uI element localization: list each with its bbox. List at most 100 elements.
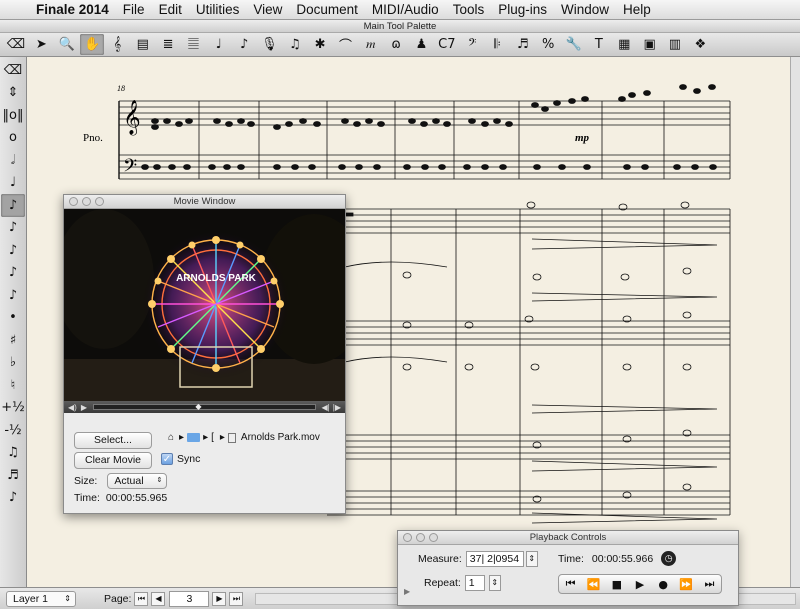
staff-tool-icon[interactable]: 𝄚 [181, 34, 205, 55]
sync-checkbox[interactable]: ✓ [161, 453, 173, 465]
clear-movie-button[interactable]: Clear Movie [74, 452, 152, 469]
whole-note-icon[interactable]: o [1, 127, 25, 150]
record-icon[interactable]: ● [653, 578, 673, 591]
palette-menu-icon[interactable]: ❖ [688, 34, 712, 55]
forward-to-end-icon[interactable]: ⏭ [699, 577, 719, 591]
page-number-input[interactable]: 3 [169, 590, 210, 607]
tuplet-tool-icon[interactable]: ♫ [283, 34, 307, 55]
repeat-stepper[interactable]: ⇕ [488, 575, 501, 591]
hand-grabber-icon[interactable]: ✋ [80, 34, 105, 55]
repeat-field[interactable]: 1 [464, 575, 485, 591]
half-step-up-icon[interactable]: +½ [1, 397, 25, 420]
time-label: Time: [74, 492, 100, 504]
scrubber-thumb[interactable]: ◆ [195, 402, 201, 411]
measure-field[interactable]: 37| 2|0954 [465, 551, 524, 567]
chord-tool-icon[interactable]: C7 [435, 34, 459, 55]
home-icon[interactable]: ⌂ [168, 432, 174, 443]
step-forward-icon[interactable]: |▶ [333, 403, 341, 412]
zoom-button[interactable] [429, 533, 438, 542]
step-back-icon[interactable]: ◀| [322, 403, 330, 412]
menu-window[interactable]: Window [554, 2, 616, 17]
last-page-icon[interactable]: ⏭ [229, 591, 244, 606]
first-page-icon[interactable]: ⏮ [134, 591, 149, 606]
dot-icon[interactable]: • [1, 307, 25, 330]
menu-file[interactable]: File [116, 2, 152, 17]
menu-help[interactable]: Help [616, 2, 658, 17]
key-signature-icon[interactable]: ▤ [131, 34, 155, 55]
previous-page-icon[interactable]: ◀ [151, 591, 166, 606]
eraser-icon[interactable]: ⌫ [1, 59, 25, 82]
menu-view[interactable]: View [246, 2, 289, 17]
zoom-button[interactable] [95, 197, 104, 206]
rewind-icon[interactable]: ⏪ [584, 578, 604, 591]
time-signature-icon[interactable]: ≣ [156, 34, 180, 55]
sixteenth-note-icon[interactable]: ♪ [1, 217, 25, 240]
minimize-button[interactable] [82, 197, 91, 206]
menu-app-name[interactable]: Finale 2014 [30, 2, 116, 17]
text-tool-icon[interactable]: T [587, 34, 611, 55]
page-layout-icon[interactable]: ▣ [638, 34, 662, 55]
folder-icon[interactable] [187, 433, 201, 442]
zoom-tool-icon[interactable]: 🔍 [55, 34, 79, 55]
menu-document[interactable]: Document [289, 2, 365, 17]
measure-tool-icon[interactable]: ♬ [511, 34, 535, 55]
lyrics-tool-icon[interactable]: ♟ [410, 34, 434, 55]
menu-tools[interactable]: Tools [446, 2, 492, 17]
stop-icon[interactable]: ■ [607, 578, 627, 591]
select-movie-button[interactable]: Select... [74, 432, 152, 449]
sharp-icon[interactable]: ♯ [1, 329, 25, 352]
smart-shape-icon[interactable]: ⌒ [333, 34, 357, 55]
close-button[interactable] [69, 197, 78, 206]
size-select[interactable]: Actual ⇕ [107, 473, 168, 489]
clock-icon[interactable]: ◷ [661, 551, 677, 566]
playback-titlebar[interactable]: Playback Controls [398, 531, 738, 545]
natural-icon[interactable]: ♮ [1, 374, 25, 397]
menu-edit[interactable]: Edit [152, 2, 189, 17]
layer-select[interactable]: Layer 1 ⇕ [6, 590, 76, 607]
close-button[interactable] [403, 533, 412, 542]
eighth-note-icon[interactable]: ♪ [1, 194, 25, 217]
sixty-fourth-note-icon[interactable]: ♪ [1, 262, 25, 285]
half-step-down-icon[interactable]: -½ [1, 419, 25, 442]
vertical-scrollbar[interactable] [790, 57, 800, 587]
measure-stepper[interactable]: ⇕ [525, 551, 538, 567]
speedy-entry-icon[interactable]: ♪ [232, 34, 256, 55]
menu-plug-ins[interactable]: Plug-ins [491, 2, 554, 17]
bass-clef-icon[interactable]: 𝄢 [460, 34, 484, 55]
up-down-arrow-icon[interactable]: ⇕ [1, 82, 25, 105]
rewind-to-start-icon[interactable]: ⏮ [561, 577, 581, 591]
tuplet-icon[interactable]: ♬ [1, 464, 25, 487]
simple-entry-icon[interactable]: ♩ [207, 34, 231, 55]
selection-tool-icon[interactable]: ➤ [29, 34, 53, 55]
grace-note-icon[interactable]: ♪ [1, 487, 25, 510]
movie-play-icon[interactable]: ▶ [81, 403, 87, 412]
graphics-tool-icon[interactable]: ▦ [612, 34, 636, 55]
menu-utilities[interactable]: Utilities [189, 2, 247, 17]
tie-icon[interactable]: ♫ [1, 442, 25, 465]
thirty-second-note-icon[interactable]: ♪ [1, 239, 25, 262]
mass-edit-icon[interactable]: ▥ [663, 34, 687, 55]
hyperscribe-icon[interactable]: 🎙 [257, 34, 281, 55]
special-tools-icon[interactable]: ✱ [308, 34, 332, 55]
volume-icon[interactable]: ◀) [68, 403, 77, 412]
double-whole-note-icon[interactable]: ‖o‖ [1, 104, 25, 127]
movie-scrubber[interactable]: ◆ [92, 402, 316, 411]
expression-tool-icon[interactable]: 𝆐 [359, 34, 383, 55]
play-icon[interactable]: ▶ [630, 578, 650, 591]
movie-window-titlebar[interactable]: Movie Window [64, 195, 345, 209]
clef-tool-icon[interactable]: 𝄞 [105, 34, 129, 55]
repeat-tool-icon[interactable]: 𝄆 [486, 34, 510, 55]
articulation-tool-icon[interactable]: ɷ [384, 34, 408, 55]
menu-midi-audio[interactable]: MIDI/Audio [365, 2, 446, 17]
fast-forward-icon[interactable]: ⏩ [676, 578, 696, 591]
quarter-note-icon[interactable]: ♩ [1, 172, 25, 195]
hundred-twenty-eighth-note-icon[interactable]: ♪ [1, 284, 25, 307]
disclosure-triangle-icon[interactable]: ▶ [404, 587, 410, 596]
flat-icon[interactable]: ♭ [1, 352, 25, 375]
resize-tool-icon[interactable]: % [536, 34, 560, 55]
eraser-icon[interactable]: ⌫ [4, 34, 28, 55]
wrench-icon[interactable]: 🔧 [562, 34, 586, 55]
minimize-button[interactable] [416, 533, 425, 542]
half-note-icon[interactable]: 𝅗𝅥 [1, 149, 25, 172]
next-page-icon[interactable]: ▶ [212, 591, 227, 606]
